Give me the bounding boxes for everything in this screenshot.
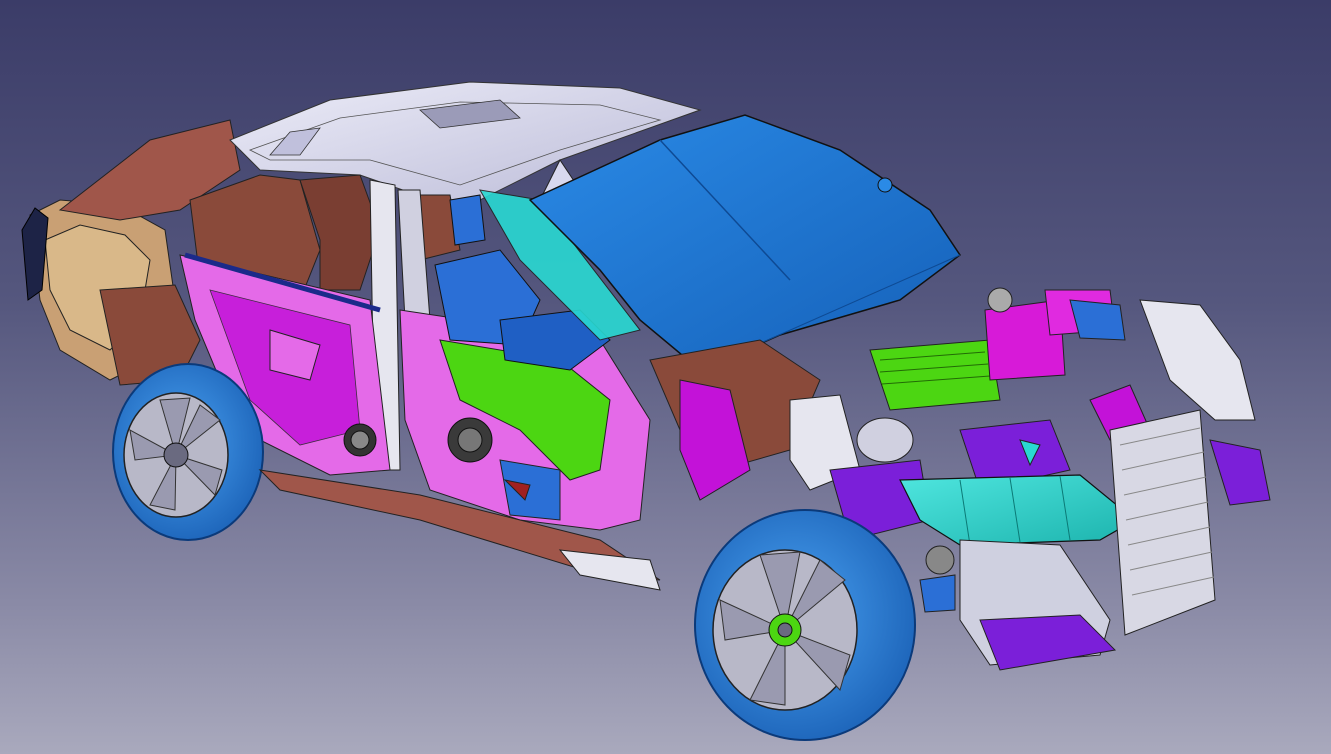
front-lower-structure[interactable] <box>919 539 1117 671</box>
car-assembly-model[interactable] <box>0 0 1331 754</box>
radiator[interactable] <box>1109 299 1271 636</box>
front-fascia[interactable] <box>899 474 1137 546</box>
3d-viewport[interactable] <box>0 0 1331 754</box>
rear-wheel[interactable] <box>112 363 264 541</box>
front-wheel[interactable] <box>694 509 916 741</box>
